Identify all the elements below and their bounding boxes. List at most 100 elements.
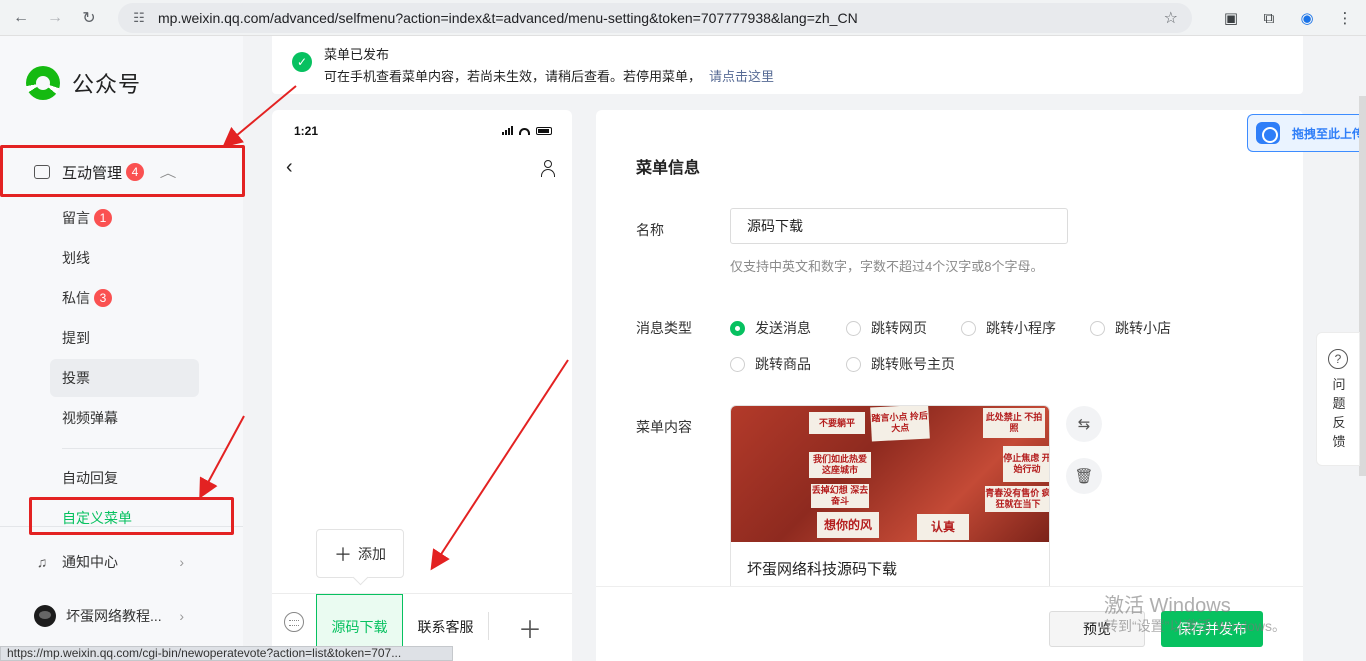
- account-name: 坏蛋网络教程...: [66, 608, 162, 624]
- name-hint: 仅支持中英文和数字，字数不超过4个汉字或8个字母。: [730, 259, 1044, 274]
- radio-jump-account-home[interactable]: 跳转账号主页: [846, 354, 955, 374]
- cover-note: 不要躺平: [809, 412, 865, 434]
- radio-dot: [730, 356, 745, 372]
- chevron-right-icon: ›: [179, 608, 184, 624]
- forward-arrow-icon[interactable]: →: [42, 5, 68, 31]
- radio-label: 跳转账号主页: [871, 356, 955, 372]
- panel-title: 菜单信息: [636, 160, 701, 177]
- sidebar-item-label: 划线: [62, 250, 90, 266]
- swap-icon[interactable]: ⇆: [1066, 406, 1102, 442]
- radio-label: 跳转网页: [871, 320, 927, 336]
- windows-watermark-sub: 转到“设置”以激活 Windows。: [1104, 618, 1287, 634]
- bell-icon: ♫: [36, 554, 48, 570]
- sidebar-item-account[interactable]: 坏蛋网络教程... ›: [34, 604, 184, 628]
- browser-toolbar: ← → ↻ ☷ mp.weixin.qq.com/advanced/selfme…: [0, 0, 1366, 36]
- address-bar[interactable]: ☷ mp.weixin.qq.com/advanced/selfmenu?act…: [118, 3, 1192, 33]
- radio-jump-web[interactable]: 跳转网页: [846, 318, 927, 338]
- cloud-upload-icon: [1256, 122, 1280, 144]
- sidebar-item-label: 视频弹幕: [62, 410, 118, 426]
- cover-note: 丢掉幻想 深去奋斗: [811, 484, 869, 508]
- sidebar-item-label: 投票: [62, 370, 90, 386]
- status-url-bar: https://mp.weixin.qq.com/cgi-bin/newoper…: [0, 646, 453, 661]
- plus-icon: ＋: [334, 544, 352, 565]
- bookmark-star-icon[interactable]: ☆: [1164, 8, 1178, 28]
- wifi-icon: [519, 128, 530, 135]
- more-menu-icon[interactable]: ⋮: [1336, 9, 1354, 27]
- publish-notice: ✓ 菜单已发布 可在手机查看菜单内容，若尚未生效，请稍后查看。若停用菜单， 请点击…: [272, 36, 1303, 94]
- unread-badge: 3: [94, 289, 112, 307]
- cover-note: 踏言小点 拎后大点: [870, 406, 930, 442]
- add-menu-plus-icon[interactable]: ＋: [518, 610, 542, 645]
- phone-time: 1:21: [294, 124, 319, 138]
- trash-icon[interactable]: 🗑: [1066, 458, 1102, 494]
- radio-dot: [846, 320, 861, 336]
- battery-icon: [536, 127, 552, 135]
- sidebar-item-messages[interactable]: 私信 3: [62, 288, 112, 308]
- annotation-box-interaction: [0, 145, 245, 197]
- content-label: 菜单内容: [636, 419, 692, 435]
- check-circle-icon: ✓: [292, 52, 312, 72]
- sidebar-item-label: 留言: [62, 210, 90, 226]
- puzzle-icon[interactable]: ⧉: [1260, 9, 1278, 27]
- radio-dot: [961, 320, 976, 336]
- profile-icon[interactable]: ◉: [1298, 9, 1316, 27]
- chevron-right-icon: ›: [179, 554, 184, 570]
- add-submenu-button[interactable]: ＋ 添加: [316, 529, 404, 578]
- radio-jump-miniprogram[interactable]: 跳转小程序: [961, 318, 1056, 338]
- sidebar-item-video-danmaku[interactable]: 视频弹幕: [62, 408, 118, 428]
- cover-note: 青春没有售价 疯狂就在当下: [985, 486, 1049, 512]
- user-icon[interactable]: [540, 160, 556, 177]
- menu-info-panel: 菜单信息 名称 源码下载 仅支持中英文和数字，字数不超过4个汉字或8个字母。 消…: [596, 110, 1303, 661]
- drag-upload-widget[interactable]: 拖拽至此上传: [1247, 114, 1366, 152]
- phone-status-icons: [502, 126, 552, 135]
- site-info-icon[interactable]: ☷: [130, 9, 148, 27]
- feedback-label: 问题反馈: [1332, 377, 1346, 449]
- phone-preview: 1:21 ‹ ＋ 添加 源码下载 联系客服 ＋: [272, 110, 572, 661]
- radio-label: 跳转小程序: [986, 320, 1056, 336]
- extension-icon[interactable]: ▣: [1222, 9, 1240, 27]
- name-label: 名称: [636, 222, 664, 238]
- notice-text: 可在手机查看菜单内容，若尚未生效，请稍后查看。若停用菜单， 请点击这里: [324, 66, 774, 85]
- logo[interactable]: 公众号: [26, 66, 141, 100]
- sidebar-item-label: 私信: [62, 290, 90, 306]
- signal-icon: [502, 126, 513, 135]
- chevron-left-icon[interactable]: ‹: [286, 156, 293, 179]
- add-label: 添加: [358, 545, 386, 562]
- notice-title: 菜单已发布: [324, 47, 390, 62]
- logo-text: 公众号: [72, 72, 142, 97]
- keyboard-icon[interactable]: [284, 612, 304, 632]
- windows-watermark: 激活 Windows: [1104, 595, 1231, 617]
- radio-jump-store[interactable]: 跳转小店: [1090, 318, 1171, 338]
- annotation-box-custom-menu: [29, 497, 234, 535]
- feedback-widget[interactable]: ? 问题反馈: [1316, 332, 1360, 466]
- cover-note: 想你的风: [817, 512, 879, 538]
- menu-content-card[interactable]: 不要躺平 踏言小点 拎后大点 此处禁止 不拍照 我们如此热爱 这座城市 停止焦虑…: [730, 405, 1050, 595]
- radio-jump-product[interactable]: 跳转商品: [730, 354, 811, 374]
- sidebar-item-vote[interactable]: 投票: [50, 359, 199, 397]
- sidebar-item-auto-reply[interactable]: 自动回复: [62, 468, 118, 488]
- sidebar-item-notice-center[interactable]: ♫ 通知中心 ›: [34, 550, 184, 574]
- reload-icon[interactable]: ↻: [76, 5, 102, 31]
- radio-dot: [1090, 320, 1105, 336]
- cover-note: 我们如此热爱 这座城市: [809, 452, 871, 478]
- menu-name-input[interactable]: 源码下载: [730, 208, 1068, 244]
- sidebar: 公众号 互动管理 4 ︿ 留言 1 划线 私信 3 提到 投票 视频弹幕 自动回…: [0, 36, 243, 661]
- drag-upload-label: 拖拽至此上传: [1292, 126, 1365, 141]
- avatar: [34, 605, 56, 627]
- cover-note: 停止焦虑 开始行动: [1003, 446, 1049, 482]
- radio-send-message[interactable]: 发送消息: [730, 318, 811, 338]
- sidebar-item-underline[interactable]: 划线: [62, 248, 90, 268]
- radio-dot: [730, 320, 745, 336]
- sidebar-item-mentions[interactable]: 提到: [62, 328, 90, 348]
- radio-label: 跳转商品: [755, 356, 811, 372]
- cover-note: 认真: [917, 514, 969, 540]
- sidebar-item-label: 自动回复: [62, 470, 118, 486]
- notice-body: 可在手机查看菜单内容，若尚未生效，请稍后查看。若停用菜单，: [324, 69, 702, 84]
- card-cover-image: 不要躺平 踏言小点 拎后大点 此处禁止 不拍照 我们如此热爱 这座城市 停止焦虑…: [731, 406, 1049, 542]
- disable-menu-link[interactable]: 请点击这里: [709, 69, 774, 84]
- radio-label: 发送消息: [755, 320, 811, 336]
- radio-label: 跳转小店: [1115, 320, 1171, 336]
- sidebar-item-comments[interactable]: 留言 1: [62, 208, 112, 228]
- sidebar-divider: [62, 448, 227, 449]
- back-arrow-icon[interactable]: ←: [8, 5, 34, 31]
